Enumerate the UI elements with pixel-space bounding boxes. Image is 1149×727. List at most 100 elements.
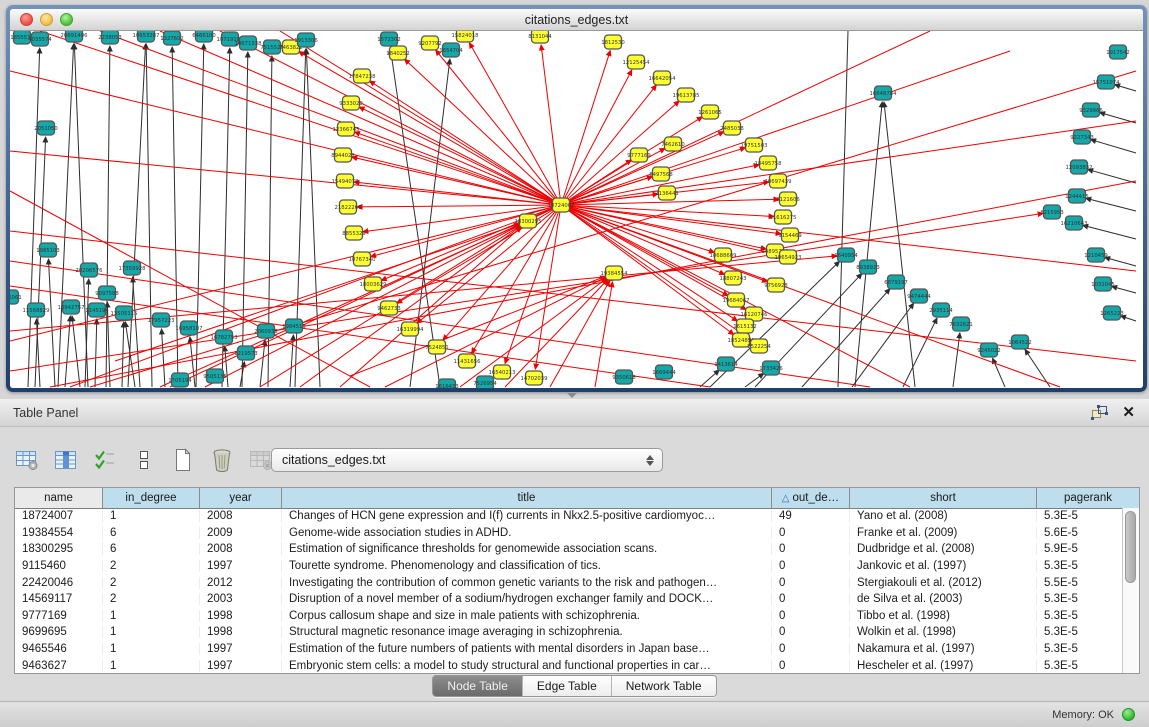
table-row[interactable]: 1456911722003Disruption of a novel membe… (15, 591, 1122, 608)
graph-node-label: 1145194 (85, 308, 109, 314)
graph-edge (1088, 169, 1136, 183)
graph-node-label: 8497568 (649, 172, 673, 178)
table-row[interactable]: 946554611997Estimation of the future num… (15, 641, 1122, 658)
table-cell-short: Dudbridge et al. (2008) (850, 543, 1037, 555)
graph-node-label: 18807243 (720, 276, 747, 282)
graph-edge (160, 31, 561, 205)
graph-edge (359, 107, 561, 205)
graph-edge (469, 43, 561, 205)
graph-node-label: 8944022 (331, 153, 355, 159)
graph-edge (561, 177, 652, 205)
tab-edge-table[interactable]: Edge Table (523, 676, 612, 696)
table-row[interactable]: 1830029562008Estimation of significance … (15, 541, 1122, 558)
graph-edge (855, 102, 882, 387)
graph-node-label: 19751503 (741, 143, 768, 149)
column-header-pagerank[interactable]: pagerank (1037, 488, 1139, 508)
column-header-name[interactable]: name (15, 488, 103, 508)
table-cell-out_degree: 0 (772, 610, 850, 622)
zoom-window-button[interactable] (60, 13, 73, 26)
graph-node-label: 1985103 (36, 248, 60, 254)
table-row[interactable]: 977716911998Corpus callosum shape and si… (15, 608, 1122, 625)
scrollbar-thumb[interactable] (1125, 511, 1136, 583)
create-column-icon[interactable] (170, 447, 196, 473)
graph-node-label: 2935114 (929, 308, 953, 314)
graph-node-label: 2060935 (254, 329, 278, 335)
table-row[interactable]: 1872400712008Changes of HCN gene express… (15, 508, 1122, 525)
table-cell-pagerank: 5.5E-5 (1037, 577, 1122, 589)
panel-divider-handle[interactable] (567, 393, 577, 398)
graph-node-label: 15751074 (1093, 80, 1121, 86)
graph-node-label: 9474444 (907, 294, 931, 300)
table-cell-title: Structural magnetic resonance image aver… (282, 626, 772, 638)
graph-node-label: 16540213 (489, 370, 516, 376)
graph-edge (72, 316, 80, 387)
table-row[interactable]: 911546021997Tourette syndrome. Phenomeno… (15, 558, 1122, 575)
graph-edge (58, 44, 74, 387)
table-cell-pagerank: 5.3E-5 (1037, 660, 1122, 672)
table-cell-name: 9115460 (15, 560, 103, 572)
graph-node-label: 9505135 (203, 374, 227, 380)
graph-node-label: 19384554 (601, 271, 629, 277)
graph-node-label: 8215953 (1040, 210, 1064, 216)
table-cell-out_degree: 0 (772, 577, 850, 589)
graph-edge (10, 151, 561, 205)
graph-node-label: 1327602 (160, 36, 184, 42)
table-cell-in_degree: 1 (103, 610, 200, 622)
window-titlebar[interactable]: citations_edges.txt (10, 9, 1143, 31)
table-cell-name: 9699695 (15, 626, 103, 638)
table-cell-in_degree: 1 (103, 626, 200, 638)
column-header-out_degree[interactable]: △out_de… (772, 488, 850, 508)
tab-node-table[interactable]: Node Table (433, 676, 523, 696)
table-row[interactable]: 2242004622012Investigating the contribut… (15, 574, 1122, 591)
table-cell-year: 2009 (200, 527, 282, 539)
vertical-scrollbar[interactable] (1122, 508, 1139, 673)
delete-columns-icon[interactable] (209, 447, 235, 473)
column-header-in_degree[interactable]: in_degree (103, 488, 200, 508)
table-mode-icon[interactable] (14, 447, 40, 473)
column-header-short[interactable]: short (850, 488, 1037, 508)
table-cell-pagerank: 5.9E-5 (1037, 543, 1122, 555)
table-row[interactable]: 946362711997Embryonic stem cells: a mode… (15, 657, 1122, 673)
graph-edge (40, 31, 561, 205)
table-cell-title: Disruption of a novel member of a sodium… (282, 593, 772, 605)
graph-edge (172, 47, 178, 387)
table-selector-dropdown[interactable]: citations_edges.txt (271, 448, 663, 472)
graph-node-label: 1640954 (834, 253, 858, 259)
graph-node-label: 13505115 (111, 311, 138, 317)
tab-network-table[interactable]: Network Table (612, 676, 716, 696)
show-columns-icon[interactable] (53, 447, 79, 473)
graph-edge (35, 137, 46, 387)
table-cell-short: Yano et al. (2008) (850, 510, 1037, 522)
table-cell-short: Hescheler et al. (1997) (850, 660, 1037, 672)
graph-node-label: 1984513 (282, 324, 306, 330)
close-window-button[interactable] (20, 13, 33, 26)
graph-edge (561, 205, 1060, 387)
column-header-year[interactable]: year (200, 488, 282, 508)
graph-node-label: 1219573 (234, 351, 258, 357)
close-panel-icon[interactable]: ✕ (1122, 405, 1135, 420)
graph-node-label: 9227343 (1070, 135, 1094, 141)
graph-edge (74, 44, 88, 387)
table-cell-name: 18724007 (15, 510, 103, 522)
graph-node-label: 21822266 (335, 205, 363, 211)
minimize-window-button[interactable] (40, 13, 53, 26)
float-window-icon[interactable] (1091, 405, 1108, 420)
graph-edge (838, 31, 848, 387)
graph-node-label: 9350618 (612, 375, 636, 381)
row-height-icon[interactable] (131, 447, 157, 473)
table-row[interactable]: 1938455462009Genome-wide association stu… (15, 525, 1122, 542)
graph-node-label: 1840252 (386, 51, 410, 57)
graph-edge (1083, 225, 1136, 239)
graph-node-label: 16210643 (1061, 221, 1088, 227)
table-row[interactable]: 969969511998Structural magnetic resonanc… (15, 624, 1122, 641)
graph-node-label: 6466100 (192, 33, 216, 39)
table-cell-in_degree: 2 (103, 560, 200, 572)
select-columns-icon[interactable] (92, 447, 118, 473)
graph-edge (561, 121, 1136, 205)
table-cell-year: 2008 (200, 510, 282, 522)
network-canvas[interactable]: 1872400718300295193845549777169746261084… (10, 31, 1143, 388)
graph-edge (700, 370, 719, 387)
column-header-title[interactable]: title (282, 488, 772, 508)
graph-node-label: 1572302 (377, 37, 401, 43)
table-cell-out_degree: 0 (772, 593, 850, 605)
